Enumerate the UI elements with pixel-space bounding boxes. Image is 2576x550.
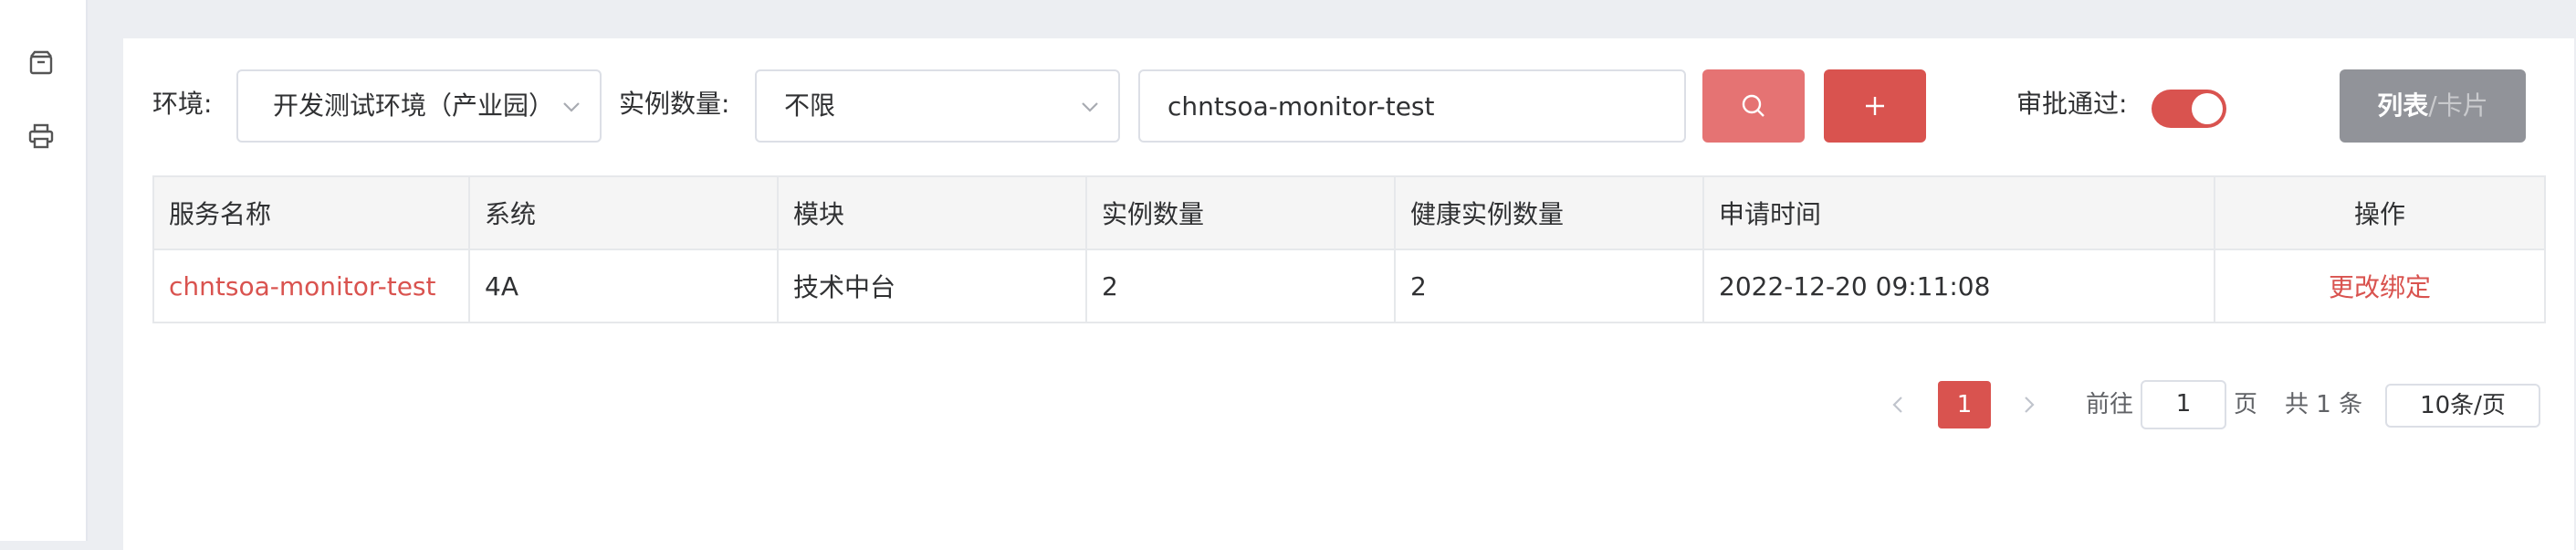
cell-healthy: 2 (1394, 249, 1704, 323)
chevron-down-icon (1082, 102, 1098, 112)
change-binding-link[interactable]: 更改绑定 (2214, 249, 2546, 323)
view-mode-card: /卡片 (2428, 90, 2488, 121)
plus-icon (1866, 97, 1884, 115)
env-label: 环境: (152, 89, 213, 119)
printer-icon[interactable] (27, 122, 55, 150)
header-action: 操作 (2214, 175, 2546, 250)
add-button[interactable] (1824, 69, 1926, 143)
next-page-icon[interactable] (2016, 393, 2040, 417)
env-select-value: 开发测试环境（产业园） (273, 90, 555, 121)
search-icon (1742, 94, 1764, 117)
page-number-current[interactable]: 1 (1938, 381, 1991, 428)
toggle-knob (2192, 93, 2223, 124)
side-rail (0, 0, 88, 541)
header-system[interactable]: 系统 (468, 175, 779, 250)
search-input[interactable] (1138, 69, 1686, 143)
cell-time: 2022-12-20 09:11:08 (1702, 249, 2215, 323)
header-instance-count[interactable]: 实例数量 (1085, 175, 1396, 250)
main-card: 环境: 开发测试环境（产业园） 实例数量: 不限 审批通过: 列表/卡片 服务名… (123, 38, 2574, 550)
table-header-row: 服务名称 系统 模块 实例数量 健康实例数量 申请时间 操作 (152, 175, 2546, 250)
view-mode-button[interactable]: 列表/卡片 (2340, 69, 2526, 143)
approve-toggle[interactable] (2152, 90, 2226, 128)
cell-module: 技术中台 (777, 249, 1087, 323)
cell-system: 4A (468, 249, 779, 323)
search-button[interactable] (1702, 69, 1805, 143)
search-input-field[interactable] (1140, 71, 1684, 141)
env-select[interactable]: 开发测试环境（产业园） (236, 69, 602, 143)
header-service-name[interactable]: 服务名称 (152, 175, 470, 250)
goto-page-input[interactable]: 1 (2141, 380, 2226, 429)
page-unit-label: 页 (2234, 391, 2258, 418)
rail-top-partial-icon (27, 0, 55, 5)
approve-label: 审批通过: (2016, 89, 2128, 119)
view-mode-list: 列表 (2377, 90, 2429, 121)
header-module[interactable]: 模块 (777, 175, 1087, 250)
header-apply-time[interactable]: 申请时间 (1702, 175, 2215, 250)
count-select-value: 不限 (784, 90, 836, 121)
count-select[interactable]: 不限 (755, 69, 1120, 143)
page-size-select[interactable]: 10条/页 (2385, 384, 2540, 428)
package-icon[interactable] (27, 49, 55, 77)
chevron-down-icon (563, 102, 580, 112)
service-name-link[interactable]: chntsoa-monitor-test (152, 249, 470, 323)
prev-page-icon[interactable] (1887, 393, 1911, 417)
total-count: 共 1 条 (2285, 391, 2363, 418)
goto-label: 前往 (2086, 391, 2134, 418)
cell-instances: 2 (1085, 249, 1396, 323)
table-row: chntsoa-monitor-test 4A 技术中台 2 2 2022-12… (152, 249, 2546, 323)
header-healthy-count[interactable]: 健康实例数量 (1394, 175, 1704, 250)
count-label: 实例数量: (619, 89, 730, 119)
service-table: 服务名称 系统 模块 实例数量 健康实例数量 申请时间 操作 chntsoa-m… (152, 175, 2546, 323)
